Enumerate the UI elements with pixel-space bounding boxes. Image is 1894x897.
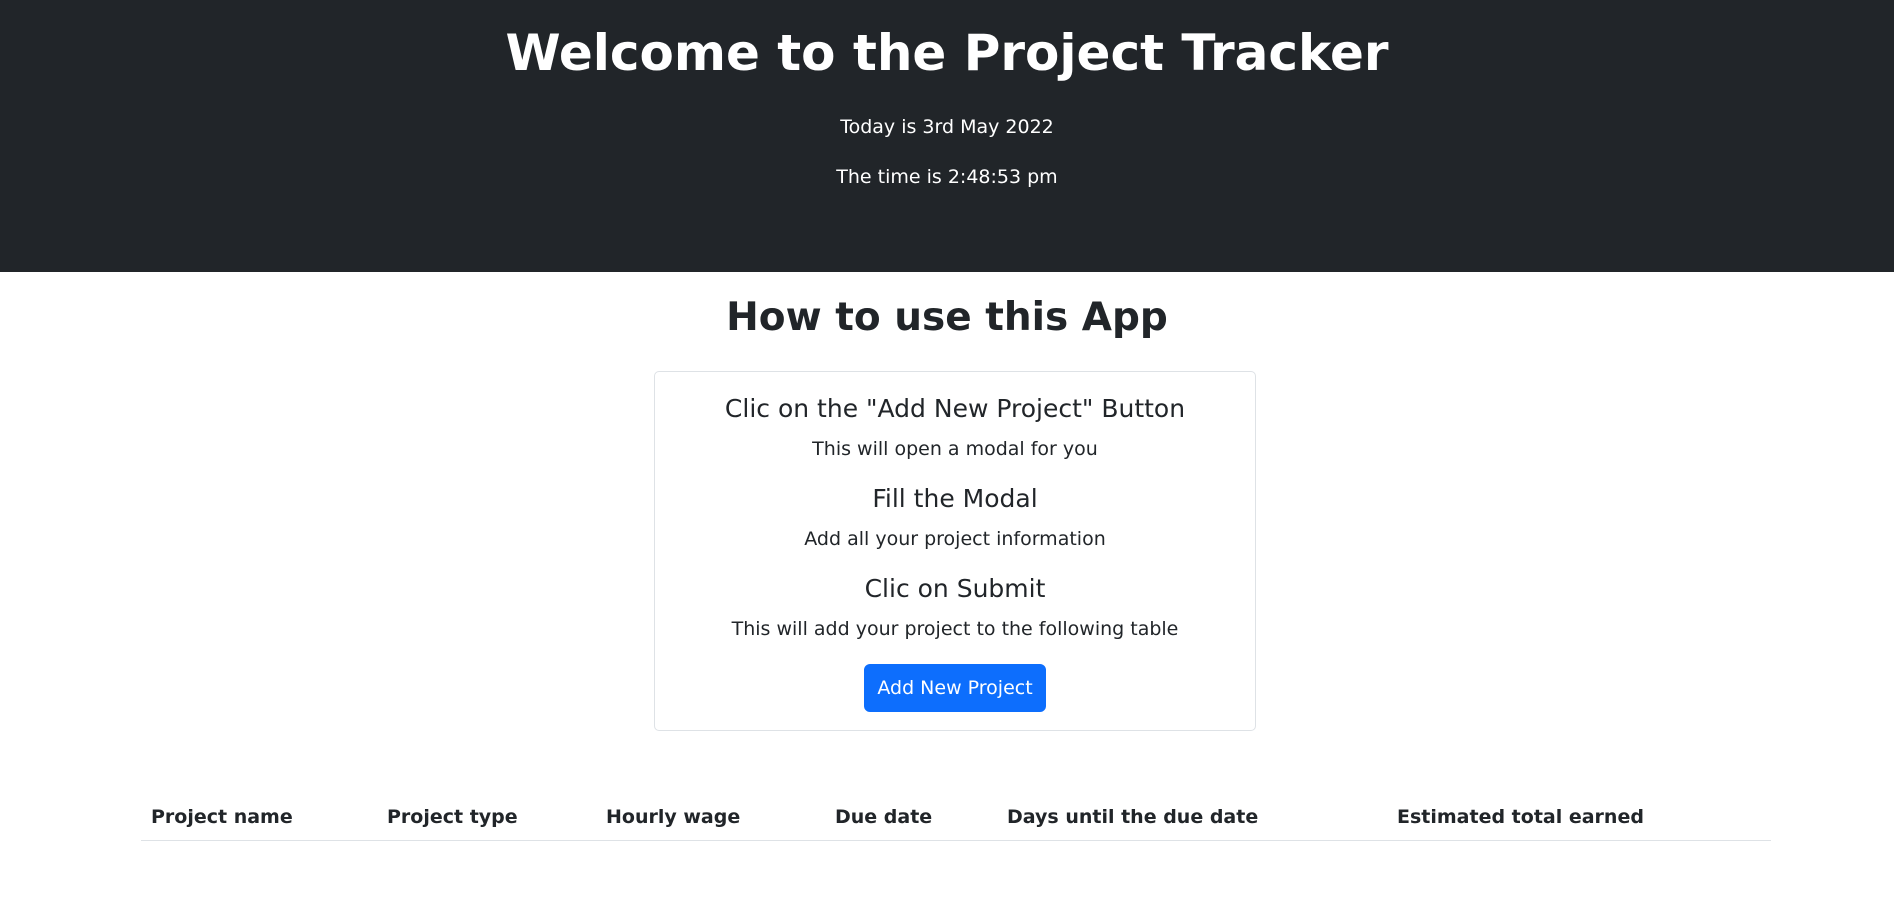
step-2-description: Add all your project information: [804, 528, 1106, 550]
table-header-row: Project name Project type Hourly wage Du…: [141, 800, 1771, 841]
hero-header: Welcome to the Project Tracker Today is …: [0, 0, 1894, 272]
step-1-title: Clic on the "Add New Project" Button: [724, 394, 1186, 423]
column-header-project-type: Project type: [377, 800, 596, 841]
column-header-estimated-total: Estimated total earned: [1387, 800, 1771, 841]
projects-table-container: Project name Project type Hourly wage Du…: [141, 800, 1771, 841]
projects-table: Project name Project type Hourly wage Du…: [141, 800, 1771, 841]
step-2-title: Fill the Modal: [872, 484, 1038, 513]
column-header-days-until-due: Days until the due date: [997, 800, 1387, 841]
step-1-description: This will open a modal for you: [812, 438, 1098, 460]
step-3-description: This will add your project to the follow…: [731, 618, 1179, 640]
current-date: Today is 3rd May 2022: [840, 116, 1054, 138]
instructions-card: Clic on the "Add New Project" Button Thi…: [654, 371, 1256, 731]
column-header-project-name: Project name: [141, 800, 377, 841]
page-title: Welcome to the Project Tracker: [505, 24, 1389, 82]
step-3-title: Clic on Submit: [864, 574, 1046, 603]
current-time: The time is 2:48:53 pm: [836, 166, 1058, 188]
column-header-hourly-wage: Hourly wage: [596, 800, 825, 841]
add-new-project-button[interactable]: Add New Project: [864, 664, 1046, 712]
instructions-title: How to use this App: [726, 295, 1168, 340]
column-header-due-date: Due date: [825, 800, 997, 841]
